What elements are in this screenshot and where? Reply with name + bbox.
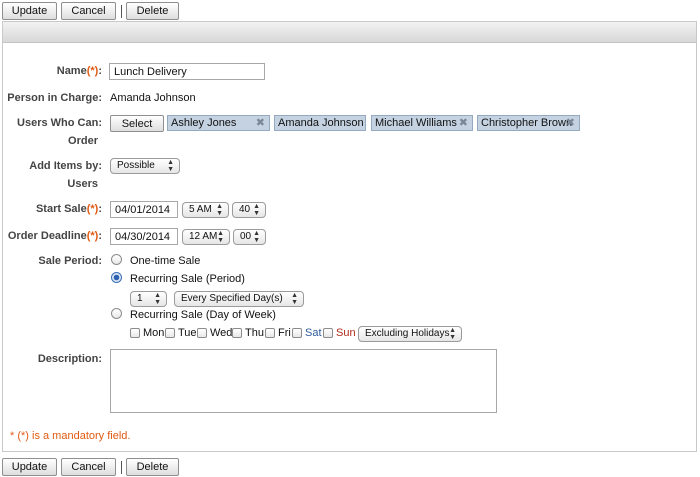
recurring-day-of-week-label: Recurring Sale (Day of Week) <box>130 309 276 321</box>
start-sale-date-input[interactable] <box>110 201 178 218</box>
recurring-period-label: Recurring Sale (Period) <box>130 273 245 285</box>
start-sale-minute-value: 40 <box>239 204 251 215</box>
sat-checkbox[interactable] <box>292 328 302 338</box>
start-sale-minute-select[interactable]: 40 ▲ ▼ <box>232 202 266 218</box>
user-chip: Ashley Jones ✖ <box>167 115 270 131</box>
selected-users-list: Ashley Jones ✖ Amanda Johnson Michael Wi… <box>167 115 587 132</box>
remove-icon[interactable]: ✖ <box>459 116 468 130</box>
required-mark: (*) <box>86 65 99 77</box>
start-sale-hour-select[interactable]: 5 AM ▲ ▼ <box>182 202 229 218</box>
name-label: Name(*): <box>56 65 102 77</box>
one-time-sale-radio[interactable] <box>111 254 122 265</box>
description-label: Description: <box>37 353 102 365</box>
person-in-charge-label: Person in Charge: <box>7 92 102 104</box>
users-who-can-order-label-line2: Order <box>68 135 98 147</box>
person-in-charge-value: Amanda Johnson <box>110 92 196 104</box>
toolbar-separator <box>121 461 122 474</box>
fri-checkbox[interactable] <box>265 328 275 338</box>
cancel-button-bottom[interactable]: Cancel <box>61 458 116 476</box>
add-items-label: Add Items by: <box>29 160 102 172</box>
one-time-sale-label: One-time Sale <box>130 255 201 267</box>
user-chip: Amanda Johnson <box>274 115 366 131</box>
fri-label: Fri <box>278 327 291 339</box>
updown-arrow-icon: ▲ ▼ <box>216 203 223 217</box>
start-sale-hour-value: 5 AM <box>189 204 212 215</box>
update-button-bottom[interactable]: Update <box>2 458 57 476</box>
period-count-select[interactable]: 1 ▲ ▼ <box>130 291 167 307</box>
updown-arrow-icon: ▲ ▼ <box>217 230 224 244</box>
sat-label: Sat <box>305 327 322 339</box>
update-button[interactable]: Update <box>2 2 57 20</box>
delete-button[interactable]: Delete <box>126 2 179 20</box>
recurring-period-radio[interactable] <box>111 272 122 283</box>
sale-period-label: Sale Period: <box>38 255 102 267</box>
cancel-button[interactable]: Cancel <box>61 2 116 20</box>
tue-checkbox[interactable] <box>165 328 175 338</box>
start-sale-label: Start Sale(*): <box>35 203 102 215</box>
add-items-select-value: Possible <box>117 160 155 171</box>
updown-arrow-icon: ▲ ▼ <box>291 292 298 306</box>
period-count-value: 1 <box>137 293 143 304</box>
user-chip-label: Amanda Johnson <box>278 117 364 129</box>
sun-label: Sun <box>336 327 356 339</box>
holiday-option-value: Excluding Holidays <box>365 328 450 339</box>
order-deadline-date-input[interactable] <box>110 228 178 245</box>
required-mark: (*) <box>86 230 99 242</box>
order-deadline-minute-select[interactable]: 00 ▲ ▼ <box>233 229 266 245</box>
period-unit-value: Every Specified Day(s) <box>181 293 283 304</box>
remove-icon[interactable]: ✖ <box>566 116 575 130</box>
add-items-label-line2: Users <box>67 178 98 190</box>
period-unit-select[interactable]: Every Specified Day(s) ▲ ▼ <box>174 291 304 307</box>
updown-arrow-icon: ▲ ▼ <box>253 203 260 217</box>
user-chip: Michael Williams ✖ <box>371 115 473 131</box>
order-deadline-label: Order Deadline(*): <box>7 230 102 242</box>
order-deadline-hour-select[interactable]: 12 AM ▲ ▼ <box>182 229 230 245</box>
updown-arrow-icon: ▲ ▼ <box>154 292 161 306</box>
holiday-option-select[interactable]: Excluding Holidays ▲ ▼ <box>358 326 462 342</box>
sun-checkbox[interactable] <box>323 328 333 338</box>
user-chip-label: Michael Williams <box>375 117 457 129</box>
wed-checkbox[interactable] <box>197 328 207 338</box>
required-mark: (*) <box>86 203 99 215</box>
add-items-select[interactable]: Possible ▲ ▼ <box>110 158 180 174</box>
remove-icon[interactable]: ✖ <box>256 116 265 130</box>
user-chip-label: Ashley Jones <box>171 117 237 129</box>
mandatory-note-text: (*) is a mandatory field. <box>17 430 131 442</box>
recurring-day-of-week-radio[interactable] <box>111 308 122 319</box>
users-who-can-order-label: Users Who Can: <box>17 117 102 129</box>
mon-checkbox[interactable] <box>130 328 140 338</box>
description-textarea[interactable] <box>110 349 497 413</box>
user-chip: Christopher Brown ✖ <box>477 115 580 131</box>
toolbar-separator <box>121 5 122 18</box>
thu-checkbox[interactable] <box>232 328 242 338</box>
thu-label: Thu <box>245 327 264 339</box>
delete-button-bottom[interactable]: Delete <box>126 458 179 476</box>
name-input[interactable] <box>109 63 265 80</box>
updown-arrow-icon: ▲ ▼ <box>167 159 174 173</box>
tue-label: Tue <box>178 327 197 339</box>
order-deadline-minute-value: 00 <box>240 231 252 242</box>
updown-arrow-icon: ▲ ▼ <box>449 327 456 341</box>
user-chip-label: Christopher Brown <box>481 117 573 129</box>
mon-label: Mon <box>143 327 165 339</box>
wed-label: Wed <box>210 327 233 339</box>
order-deadline-hour-value: 12 AM <box>189 231 218 242</box>
mandatory-note: * (*) is a mandatory field. <box>10 430 130 442</box>
updown-arrow-icon: ▲ ▼ <box>253 230 260 244</box>
select-users-button[interactable]: Select <box>110 115 164 132</box>
panel-header <box>3 22 696 43</box>
